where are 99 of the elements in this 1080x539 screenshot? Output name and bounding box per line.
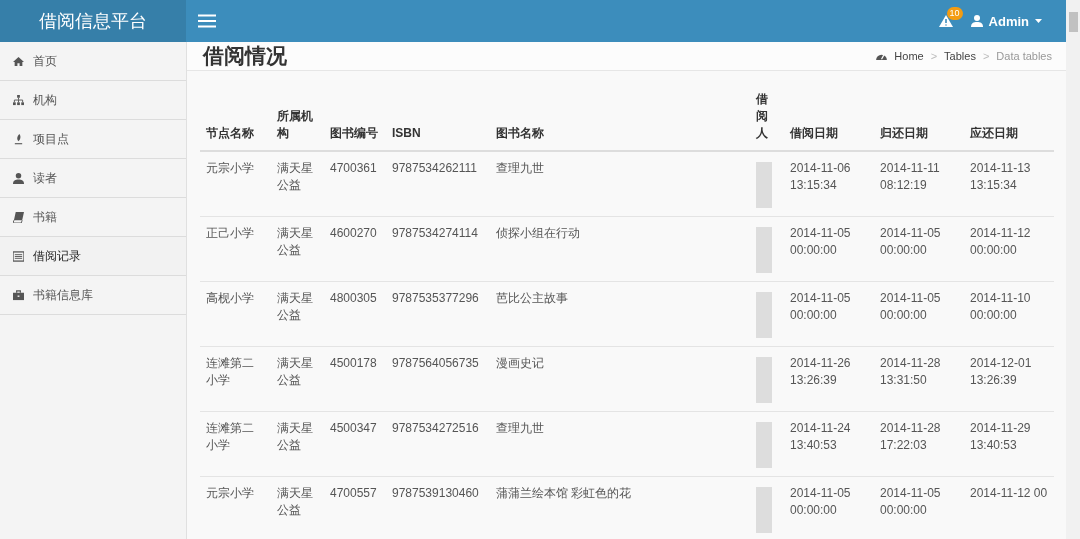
table-cell: 2014-11-06 13:15:34: [784, 151, 874, 217]
table-cell: 连滩第二小学: [200, 411, 271, 477]
table-cell: 2014-11-28 13:31:50: [874, 346, 964, 412]
list-icon: [13, 250, 24, 262]
table-cell: 2014-11-10 00:00:00: [964, 281, 1054, 347]
table-cell: 2014-11-05 00:00:00: [784, 476, 874, 539]
table-cell: 元宗小学: [200, 151, 271, 217]
table-cell: 4700557: [324, 476, 386, 539]
table-cell: 查理九世: [490, 151, 750, 217]
table-cell: 2014-11-11 08:12:19: [874, 151, 964, 217]
user-menu-button[interactable]: Admin: [970, 13, 1042, 29]
table-cell: 9787534274114: [386, 216, 490, 282]
table-cell: 2014-11-24 13:40:53: [784, 411, 874, 477]
sidebar-item[interactable]: 书籍信息库: [0, 276, 186, 315]
table-cell: 9787564056735: [386, 346, 490, 412]
sidebar-item[interactable]: 机构: [0, 81, 186, 120]
book-icon: [13, 211, 24, 223]
table-cell: 连滩第二小学: [200, 346, 271, 412]
table-cell: 芭比公主故事: [490, 281, 750, 347]
table-cell: 元宗小学: [200, 476, 271, 539]
column-header: 所属机构: [271, 85, 324, 151]
column-header: 应还日期: [964, 85, 1054, 151]
alerts-button[interactable]: [938, 15, 953, 27]
scrollbar[interactable]: [1066, 0, 1080, 539]
breadcrumb-separator: >: [930, 50, 938, 62]
user-icon: [13, 172, 24, 184]
scrollbar-thumb[interactable]: [1068, 12, 1078, 32]
breadcrumb-link[interactable]: Home: [894, 50, 924, 62]
table-cell: 2014-12-01 13:26:39: [964, 346, 1054, 412]
sitemap-icon: [13, 94, 24, 106]
table-cell: 满天星公益: [271, 411, 324, 477]
table-cell: 查理九世: [490, 411, 750, 477]
sidebar-item[interactable]: 项目点: [0, 120, 186, 159]
column-header: 归还日期: [874, 85, 964, 151]
notification-badge: 10: [946, 7, 963, 20]
redacted-block: [756, 227, 772, 273]
menu-button[interactable]: [198, 14, 216, 28]
table-cell: 满天星公益: [271, 216, 324, 282]
caret-icon: [1035, 19, 1042, 23]
table-cell: 2014-11-26 13:26:39: [784, 346, 874, 412]
table-cell: 满天星公益: [271, 346, 324, 412]
sidebar-item-label: 首页: [33, 52, 57, 70]
briefcase-icon: [13, 289, 24, 301]
table-cell: 2014-11-28 17:22:03: [874, 411, 964, 477]
table-cell: 4600270: [324, 216, 386, 282]
sidebar-item[interactable]: 读者: [0, 159, 186, 198]
table-cell: 9787535377296: [386, 281, 490, 347]
table-cell: 满天星公益: [271, 476, 324, 539]
sidebar-item-label: 读者: [33, 169, 57, 187]
column-header: 借阅日期: [784, 85, 874, 151]
table-cell: 9787534272516: [386, 411, 490, 477]
breadcrumb-separator: >: [982, 50, 990, 62]
table-cell: 2014-11-29 13:40:53: [964, 411, 1054, 477]
redacted-block: [756, 292, 772, 338]
table-cell: 9787534262111: [386, 151, 490, 217]
home-icon: [13, 55, 24, 67]
table-cell: 4500347: [324, 411, 386, 477]
page-title: 借阅情况: [203, 43, 287, 69]
table-cell: 2014-11-05 00:00:00: [784, 281, 874, 347]
table-cell: 满天星公益: [271, 281, 324, 347]
column-header: 图书编号: [324, 85, 386, 151]
table-cell: 4700361: [324, 151, 386, 217]
pen-icon: [13, 133, 24, 145]
redacted-block: [756, 422, 772, 468]
table-cell: 漫画史记: [490, 346, 750, 412]
table-cell: 9787539130460: [386, 476, 490, 539]
app-logo-title[interactable]: 借阅信息平台: [0, 0, 186, 42]
table-cell: 2014-11-05 00:00:00: [874, 281, 964, 347]
warning-icon: [938, 15, 953, 27]
sidebar-item-label: 书籍信息库: [33, 286, 93, 304]
table-cell: 2014-11-12 00: [964, 476, 1054, 539]
table-cell: 高枧小学: [200, 281, 271, 347]
breadcrumb-link[interactable]: Tables: [944, 50, 976, 62]
column-header: 图书名称: [490, 85, 750, 151]
user-icon: [970, 15, 983, 27]
table-cell: 2014-11-13 13:15:34: [964, 151, 1054, 217]
table-cell: 2014-11-05 00:00:00: [784, 216, 874, 282]
sidebar-item-label: 机构: [33, 91, 57, 109]
redacted-block: [756, 162, 772, 208]
sidebar-item-label: 项目点: [33, 130, 69, 148]
column-header: 借阅人: [750, 85, 784, 151]
table-cell: 4800305: [324, 281, 386, 347]
table-cell: 2014-11-05 00:00:00: [874, 476, 964, 539]
breadcrumb-current: Data tables: [996, 50, 1052, 62]
table-cell: 满天星公益: [271, 151, 324, 217]
sidebar-item[interactable]: 首页: [0, 42, 186, 81]
column-header: ISBN: [386, 85, 490, 151]
table-cell: 2014-11-12 00:00:00: [964, 216, 1054, 282]
redacted-block: [756, 487, 772, 533]
menu-icon: [198, 14, 216, 28]
table-cell: 蒲蒲兰绘本馆 彩虹色的花: [490, 476, 750, 539]
sidebar-item-label: 书籍: [33, 208, 57, 226]
column-header: 节点名称: [200, 85, 271, 151]
table-cell: 4500178: [324, 346, 386, 412]
table-cell: 正己小学: [200, 216, 271, 282]
redacted-block: [756, 357, 772, 403]
table-cell: 侦探小组在行动: [490, 216, 750, 282]
table-cell: 2014-11-05 00:00:00: [874, 216, 964, 282]
sidebar-item-label: 借阅记录: [33, 247, 81, 265]
